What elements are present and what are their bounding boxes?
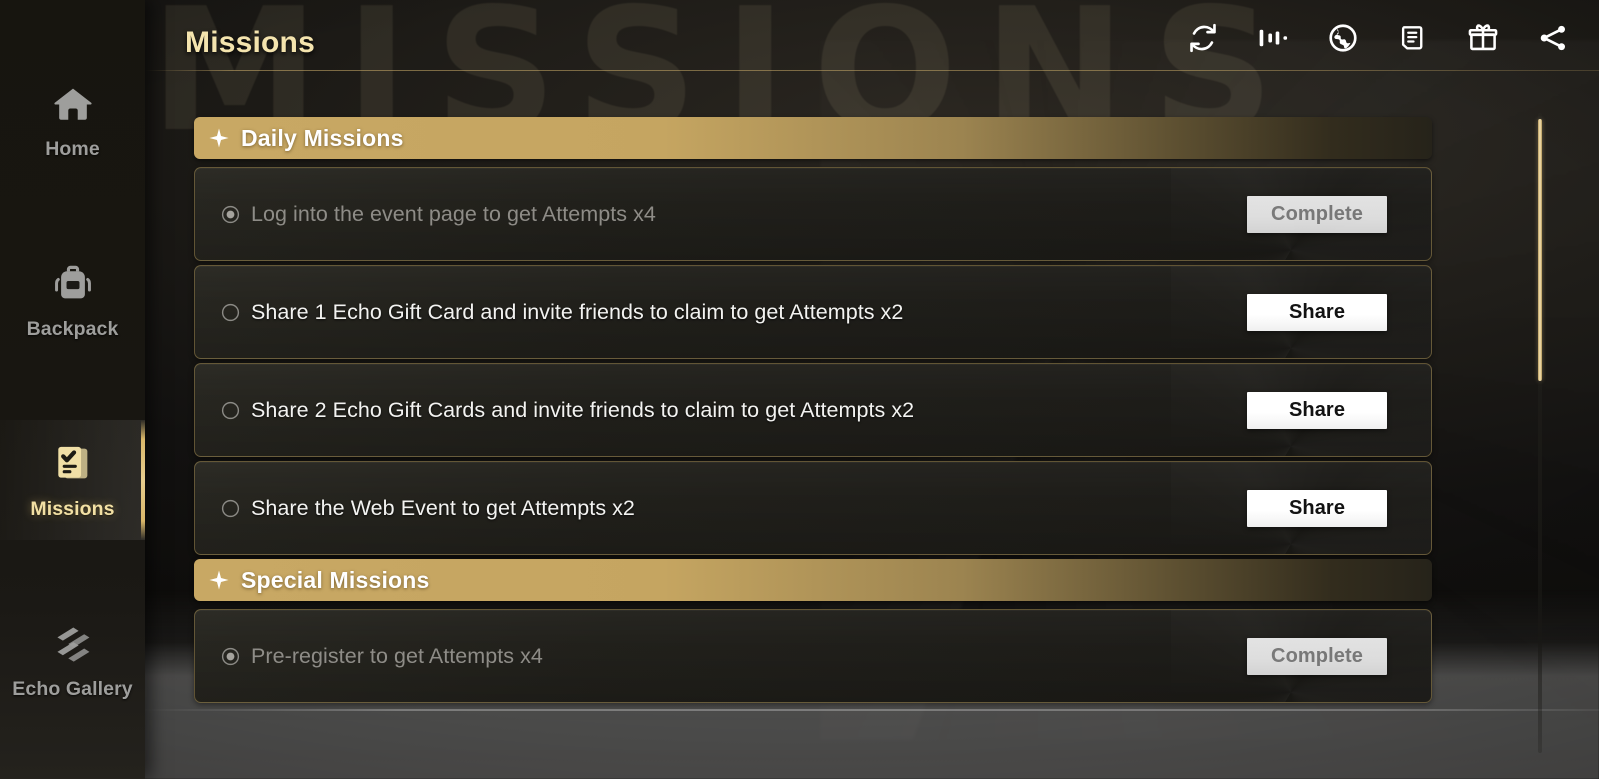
mission-row: Pre-register to get Attempts x4 Complete — [194, 609, 1432, 703]
mission-row: Share 1 Echo Gift Card and invite friend… — [194, 265, 1432, 359]
missions-content: Daily Missions Log into the event page t… — [145, 88, 1599, 779]
echo-gallery-icon — [46, 619, 100, 669]
section-header-special-missions: Special Missions — [194, 559, 1432, 601]
ranking-icon[interactable] — [1251, 16, 1295, 60]
page-title: Missions — [185, 26, 315, 59]
mission-share-button[interactable]: Share — [1247, 489, 1387, 527]
radio-empty-icon — [221, 303, 240, 322]
mission-share-button[interactable]: Share — [1247, 293, 1387, 331]
scrollbar-thumb[interactable] — [1538, 119, 1542, 381]
mission-row: Log into the event page to get Attempts … — [194, 167, 1432, 261]
backpack-icon — [46, 259, 100, 309]
scrollbar-track[interactable] — [1538, 113, 1542, 753]
mission-row: Share 2 Echo Gift Cards and invite frien… — [194, 363, 1432, 457]
globe-icon[interactable] — [1321, 16, 1365, 60]
sidebar-item-backpack[interactable]: Backpack — [0, 240, 145, 360]
sidebar-item-echo-gallery[interactable]: Echo Gallery — [0, 600, 145, 720]
header-icon-bar — [1181, 16, 1575, 60]
refresh-icon[interactable] — [1181, 16, 1225, 60]
mission-description: Share 2 Echo Gift Cards and invite frien… — [251, 397, 915, 422]
mission-complete-button: Complete — [1247, 637, 1387, 675]
mission-row: Share the Web Event to get Attempts x2 Sh… — [194, 461, 1432, 555]
missions-page: MISSIONS Home Backpack Missions Echo Gal… — [0, 0, 1599, 779]
missions-list: Daily Missions Log into the event page t… — [145, 88, 1515, 707]
content-bottom-fade — [145, 771, 1599, 779]
sidebar-item-label: Missions — [30, 498, 115, 520]
sidebar-nav: Home Backpack Missions Echo Gallery — [0, 0, 145, 779]
rules-icon[interactable] — [1391, 16, 1435, 60]
radio-filled-icon — [221, 647, 240, 666]
section-diamond-icon — [208, 127, 230, 149]
gift-icon[interactable] — [1461, 16, 1505, 60]
mission-share-button[interactable]: Share — [1247, 391, 1387, 429]
radio-empty-icon — [221, 401, 240, 420]
sidebar-item-home[interactable]: Home — [0, 60, 145, 180]
mission-complete-button: Complete — [1247, 195, 1387, 233]
home-icon — [46, 79, 100, 129]
page-header: Missions — [145, 0, 1599, 88]
radio-filled-icon — [221, 205, 240, 224]
section-title: Daily Missions — [241, 124, 404, 151]
mission-description: Log into the event page to get Attempts … — [251, 201, 656, 226]
mission-description: Pre-register to get Attempts x4 — [251, 643, 543, 668]
sidebar-item-missions[interactable]: Missions — [0, 420, 145, 540]
radio-empty-icon — [221, 499, 240, 518]
sidebar-item-label: Backpack — [26, 318, 119, 340]
header-divider — [145, 70, 1599, 71]
section-header-daily-missions: Daily Missions — [194, 117, 1432, 159]
mission-description: Share 1 Echo Gift Card and invite friend… — [251, 299, 904, 324]
missions-icon — [46, 439, 100, 489]
sidebar-item-label: Echo Gallery — [12, 678, 133, 700]
sidebar-item-label: Home — [45, 138, 100, 160]
mission-description: Share the Web Event to get Attempts x2 — [251, 495, 635, 520]
sidebar-active-indicator — [141, 420, 145, 540]
share-icon[interactable] — [1531, 16, 1575, 60]
section-title: Special Missions — [241, 566, 430, 593]
section-diamond-icon — [208, 569, 230, 591]
